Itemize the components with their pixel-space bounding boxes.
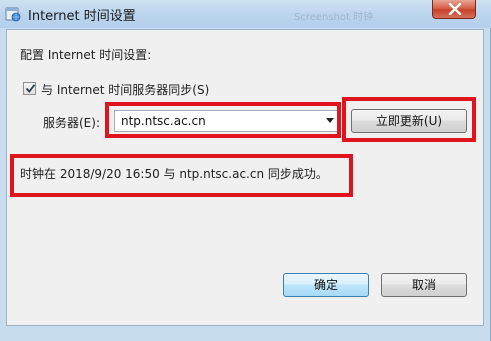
internet-time-settings-window: Internet 时间设置 Screenshot 时钟 配置 Internet … [0,0,491,341]
close-button[interactable] [432,0,476,19]
window-title: Internet 时间设置 [28,9,136,24]
server-value: ntp.ntsc.ac.cn [121,114,206,128]
dropdown-arrow-icon[interactable] [326,118,334,123]
sync-status-message: 时钟在 2018/9/20 16:50 与 ntp.ntsc.ac.cn 同步成… [20,167,328,181]
checkmark-icon [25,84,36,93]
cancel-button[interactable]: 取消 [381,273,467,297]
server-label: 服务器(E): [43,116,100,130]
sync-checkbox-label[interactable]: 与 Internet 时间服务器同步(S) [41,81,209,98]
sync-checkbox[interactable] [23,82,36,95]
background-window-title: Screenshot 时钟 [294,12,374,23]
settings-heading: 配置 Internet 时间设置: [20,48,152,62]
close-icon [448,3,462,15]
ok-button[interactable]: 确定 [283,273,369,297]
title-bar[interactable]: Internet 时间设置 Screenshot 时钟 [0,0,491,28]
dialog-body: 配置 Internet 时间设置: 与 Internet 时间服务器同步(S) … [6,29,484,326]
server-combobox[interactable]: ntp.ntsc.ac.cn [114,110,339,132]
clock-globe-icon [5,6,21,22]
update-now-button[interactable]: 立即更新(U) [351,109,467,133]
